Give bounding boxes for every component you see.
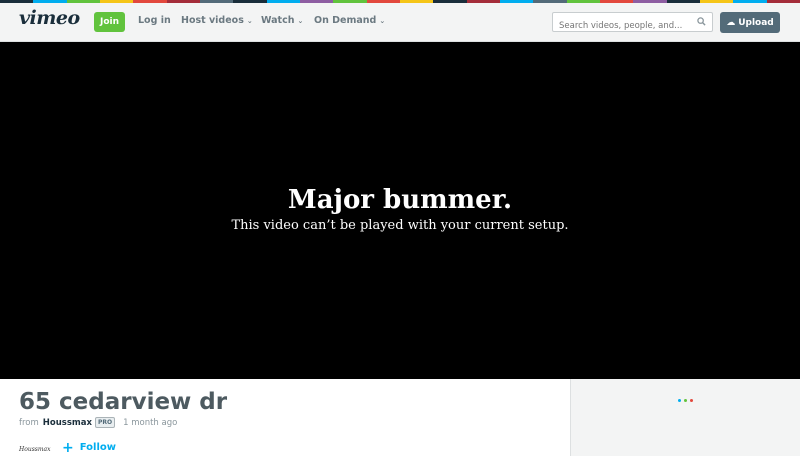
error-message: This video can’t be played with your cur… — [231, 218, 569, 233]
from-label: from — [19, 417, 39, 428]
watch-label: Watch — [261, 15, 295, 26]
search-box — [552, 12, 713, 35]
chevron-down-icon: ⌄ — [246, 17, 253, 25]
sidebar-panel — [571, 379, 800, 456]
vimeo-logo[interactable]: vimeo — [19, 7, 80, 29]
posted-time: 1 month ago — [123, 417, 178, 428]
search-icon[interactable] — [697, 17, 706, 26]
error-title: Major bummer. — [287, 185, 513, 215]
on-demand-label: On Demand — [314, 15, 377, 26]
join-button[interactable]: Join — [94, 12, 125, 32]
loader-dot — [690, 399, 693, 402]
byline: from Houssmax PRO 1 month ago — [19, 417, 177, 428]
author-avatar[interactable]: Houssmax — [19, 446, 51, 453]
login-label: Log in — [138, 15, 171, 26]
video-title: 65 cedarview dr — [19, 389, 228, 415]
cloud-upload-icon: ☁ — [726, 17, 736, 28]
chevron-down-icon: ⌄ — [297, 17, 304, 25]
login-link[interactable]: Log in — [138, 15, 171, 26]
upload-label: Upload — [738, 17, 774, 28]
on-demand-menu[interactable]: On Demand ⌄ — [314, 15, 385, 26]
video-player[interactable]: Major bummer. This video can’t be played… — [0, 42, 800, 379]
follow-label: Follow — [79, 442, 116, 453]
follow-button[interactable]: + Follow — [62, 439, 116, 456]
top-navigation: vimeo Join Log in Host videos ⌄ Watch ⌄ On… — [0, 3, 800, 42]
pro-badge: PRO — [94, 417, 116, 428]
chevron-down-icon: ⌄ — [379, 17, 386, 25]
loader-dot — [684, 399, 687, 402]
host-videos-label: Host videos — [181, 15, 244, 26]
loader-dot — [678, 399, 681, 402]
author-link[interactable]: Houssmax — [43, 418, 92, 428]
video-info-panel: 65 cedarview dr from Houssmax PRO 1 mont… — [0, 379, 571, 456]
plus-icon: + — [62, 439, 74, 456]
loading-indicator — [678, 399, 693, 402]
upload-button[interactable]: ☁ Upload — [720, 12, 780, 33]
watch-menu[interactable]: Watch ⌄ — [261, 15, 303, 26]
host-videos-menu[interactable]: Host videos ⌄ — [181, 15, 253, 26]
search-input[interactable] — [553, 17, 693, 35]
